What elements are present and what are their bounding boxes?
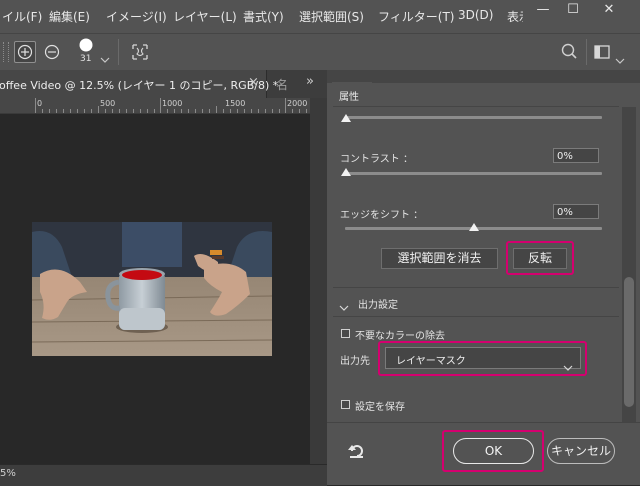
circle-minus-icon [44, 44, 60, 60]
menu-filter[interactable]: フィルター(T) [378, 8, 454, 25]
close-tab-icon[interactable]: × [248, 75, 259, 90]
divider [118, 39, 119, 65]
contrast-slider-track[interactable] [345, 172, 602, 175]
divider [333, 287, 619, 288]
zoom-level[interactable]: 5% [0, 468, 16, 479]
document-canvas[interactable] [0, 114, 310, 464]
maximize-button[interactable]: ☐ [558, 0, 588, 22]
edge-shift-slider-thumb[interactable] [469, 223, 479, 231]
circle-plus-icon [17, 44, 33, 60]
menu-view[interactable]: 表示 [507, 8, 523, 25]
document-tab-bar: offee Video @ 12.5% (レイヤー 1 のコピー, RGB/8)… [0, 70, 327, 98]
edge-shift-input[interactable]: 0% [553, 204, 599, 219]
chevron-down-icon [563, 356, 573, 375]
status-bar: 5% [0, 464, 327, 486]
refine-hair-icon[interactable] [130, 42, 150, 66]
decontaminate-label: 不要なカラーの除去 [355, 331, 445, 342]
decontaminate-checkbox[interactable] [341, 329, 350, 338]
clear-selection-button[interactable]: 選択範囲を消去 [381, 248, 498, 269]
divider [327, 422, 640, 423]
menu-image[interactable]: イメージ(I) [106, 8, 167, 25]
brush-dropdown-chevron-icon[interactable] [100, 48, 110, 67]
minimize-button[interactable]: — [528, 0, 558, 22]
contrast-input[interactable]: 0% [553, 148, 599, 163]
panel-title: 属性 [339, 92, 359, 103]
menu-file[interactable]: イル(F) [2, 8, 42, 25]
grip-handle[interactable] [3, 42, 9, 62]
panel-header-strip [327, 70, 640, 83]
divider [586, 39, 587, 65]
menu-type[interactable]: 書式(Y) [243, 8, 284, 25]
subtract-from-selection-button[interactable] [42, 42, 62, 62]
next-document-tab[interactable]: 名 [276, 76, 288, 93]
output-to-label: 出力先 [340, 356, 370, 367]
edge-shift-label: エッジをシフト ： [340, 210, 424, 221]
ruler-label: 500 [100, 99, 116, 108]
menu-edit[interactable]: 編集(E) [49, 8, 90, 25]
remember-settings-label: 設定を保存 [355, 402, 405, 413]
invert-button[interactable]: 反転 [513, 248, 567, 269]
ruler-label: 0 [37, 99, 43, 108]
document-tab-title: offee Video @ 12.5% (レイヤー 1 のコピー, RGB/8)… [0, 79, 279, 92]
contrast-slider-thumb[interactable] [341, 168, 351, 176]
document-tab[interactable]: offee Video @ 12.5% (レイヤー 1 のコピー, RGB/8)… [0, 70, 278, 98]
tab-overflow-icon[interactable]: » [306, 74, 314, 89]
horizontal-ruler: 0 500 1000 1500 2000 [0, 98, 310, 114]
options-bar: 31 [0, 33, 640, 71]
brush-preview-icon[interactable] [78, 37, 94, 53]
workspace-chevron-icon[interactable] [615, 49, 625, 68]
section-collapse-chevron-icon[interactable] [339, 297, 349, 316]
output-to-value: レイヤーマスク [396, 356, 466, 367]
ruler-label: 1000 [162, 99, 183, 108]
ruler-label: 1500 [225, 99, 246, 108]
divider [333, 316, 619, 317]
contrast-label: コントラスト ： [340, 154, 413, 165]
slider-thumb[interactable] [341, 114, 351, 122]
photo-layer[interactable] [32, 222, 272, 356]
panel-scrollbar-thumb[interactable] [624, 277, 634, 407]
tab-properties[interactable]: 属性 [332, 82, 372, 106]
ruler-label: 2000 [287, 99, 308, 108]
brush-size-value: 31 [80, 54, 92, 64]
output-settings-title: 出力設定 [358, 300, 398, 311]
coffee-hands-photo [32, 222, 272, 356]
slider-track[interactable] [345, 116, 602, 119]
ok-button[interactable]: OK [453, 438, 534, 464]
panel-scrollbar[interactable] [622, 107, 636, 422]
menu-3d[interactable]: 3D(D) [458, 8, 493, 22]
menu-layer[interactable]: レイヤー(L) [173, 8, 237, 25]
search-icon[interactable] [560, 42, 578, 64]
output-to-select[interactable]: レイヤーマスク [385, 347, 581, 371]
menu-bar: イル(F) 編集(E) イメージ(I) レイヤー(L) 書式(Y) 選択範囲(S… [0, 0, 640, 33]
reset-icon[interactable] [347, 442, 367, 464]
workspace-icon[interactable] [594, 44, 610, 63]
document-vertical-scrollbar[interactable] [310, 98, 327, 464]
remember-settings-checkbox[interactable] [341, 400, 350, 409]
menu-select[interactable]: 選択範囲(S) [299, 8, 364, 25]
divider [333, 106, 619, 107]
add-to-selection-button[interactable] [14, 41, 36, 63]
cancel-button[interactable]: キャンセル [547, 438, 615, 464]
close-button[interactable]: ✕ [594, 0, 624, 22]
